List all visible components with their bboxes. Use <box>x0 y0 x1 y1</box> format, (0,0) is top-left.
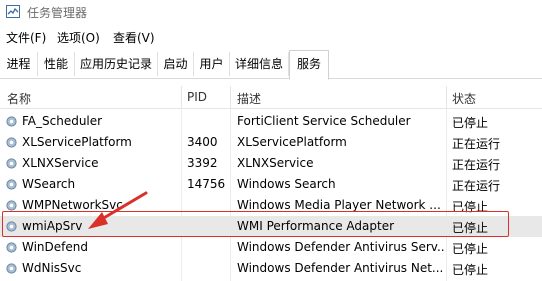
annotation-arrow-icon <box>88 191 148 229</box>
